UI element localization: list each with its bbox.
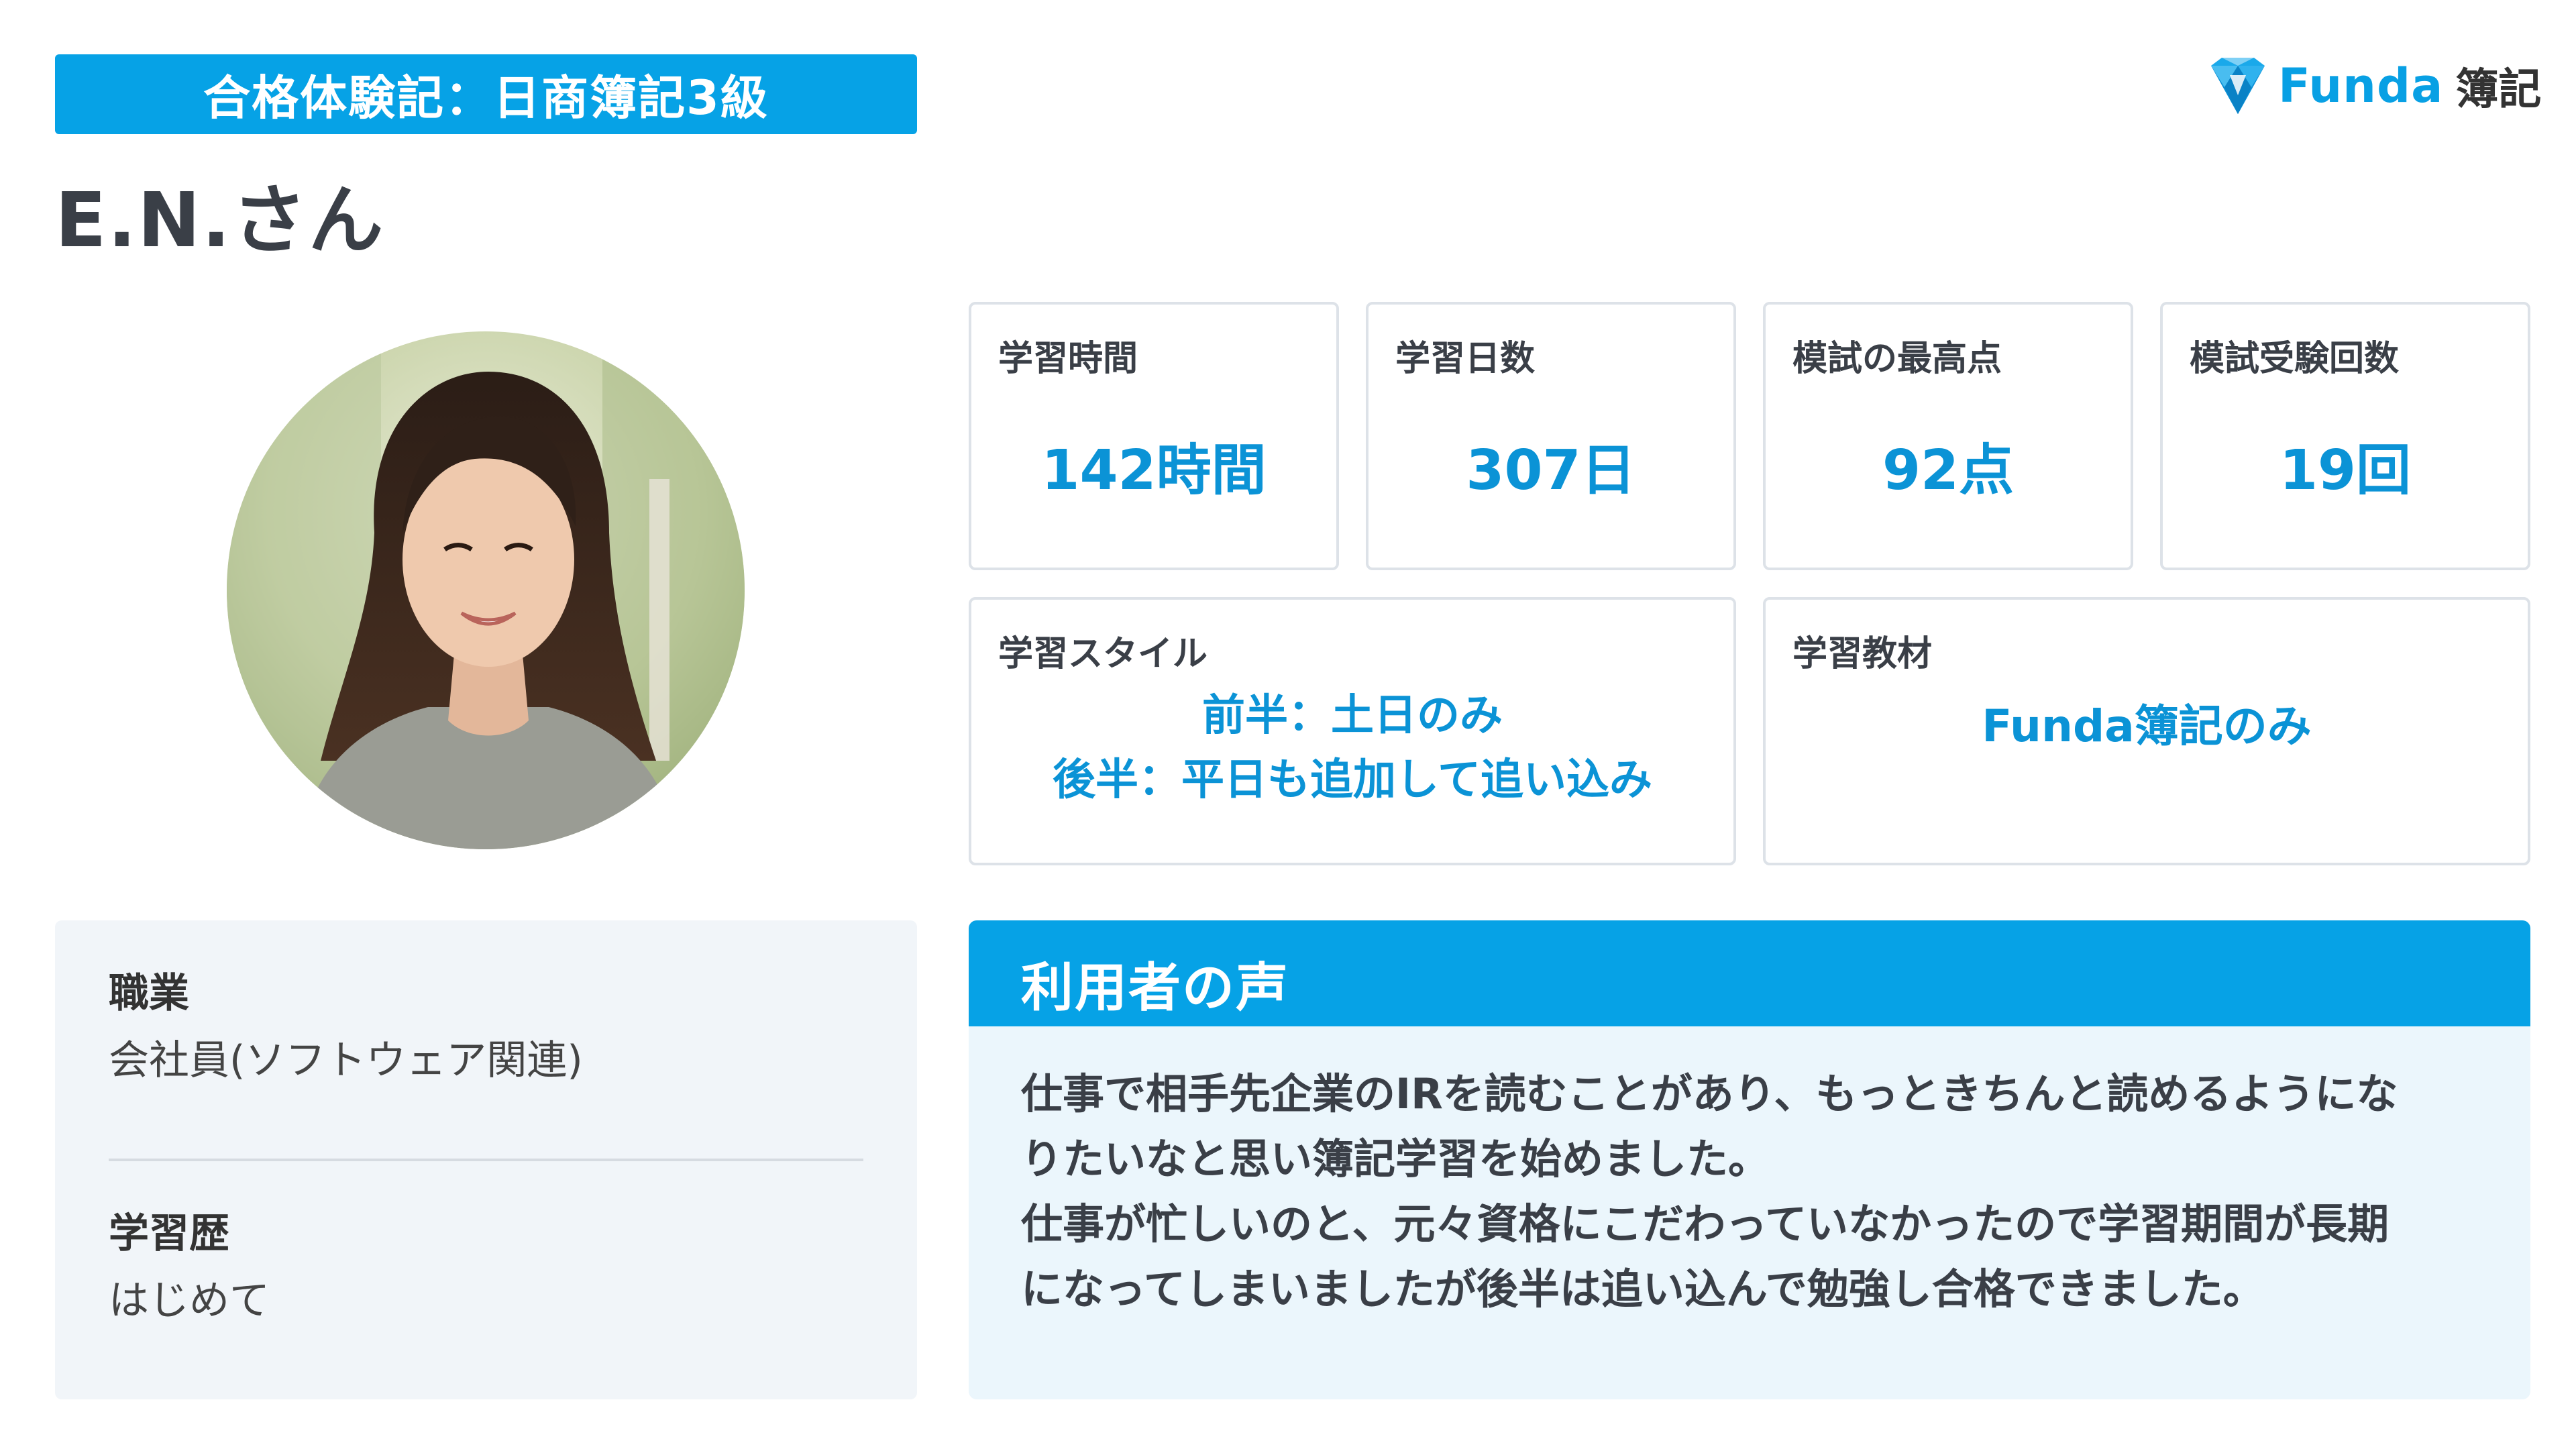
title-banner: 合格体験記：日商簿記3級 [55, 54, 917, 134]
portrait-photo [227, 331, 745, 849]
study-material-value: Funda簿記のみ [1982, 700, 2312, 752]
stat-card-best-mock-score: 模試の最高点 92点 [1763, 302, 2133, 570]
study-style-label: 学習スタイル [998, 634, 1208, 674]
stat-label: 模試の最高点 [1792, 339, 2002, 379]
user-voice-title: 利用者の声 [1021, 958, 1290, 1018]
voice-line: 仕事が忙しいのと、元々資格にこだわっていなかったので学習期間が長期 [1021, 1199, 2390, 1248]
logo-japanese: 簿記 [2455, 65, 2542, 115]
logo-wordmark: Funda [2278, 58, 2444, 113]
study-style-line-1: 前半：土日のみ [1202, 691, 1503, 741]
user-voice-panel: 利用者の声 仕事で相手先企業のIRを読むことがあり、もっときちんと読めるようにな… [969, 920, 2530, 1399]
stat-label: 模試受験回数 [2190, 339, 2400, 379]
voice-line: りたいなと思い簿記学習を始めました。 [1021, 1134, 1770, 1183]
stat-card-mock-attempts: 模試受験回数 19回 [2160, 302, 2530, 570]
stat-value: 142時間 [1041, 439, 1267, 502]
occupation-value: 会社員(ソフトウェア関連) [109, 1037, 583, 1084]
banner-text: 合格体験記：日商簿記3級 [203, 70, 769, 125]
user-voice-text: 仕事で相手先企業のIRを読むことがあり、もっときちんと読めるようにな りたいなと… [1021, 1061, 2497, 1322]
stat-value: 92点 [1882, 439, 2015, 502]
study-style-line-2: 後半：平日も追加して追い込み [1052, 755, 1653, 805]
study-material-card: 学習教材 Funda簿記のみ [1763, 597, 2530, 865]
study-style-value: 前半：土日のみ 後半：平日も追加して追い込み [971, 684, 1733, 812]
voice-line: になってしまいましたが後半は追い込んで勉強し合格できました。 [1021, 1265, 2265, 1313]
diamond-gem-icon [2207, 56, 2269, 115]
stat-value: 307日 [1466, 439, 1636, 502]
stat-value: 19回 [2279, 439, 2412, 502]
profile-panel: 職業 会社員(ソフトウェア関連) 学習歴 はじめて [55, 920, 917, 1399]
profile-divider [109, 1159, 863, 1161]
stat-card-study-hours: 学習時間 142時間 [969, 302, 1339, 570]
study-history-value: はじめて [109, 1277, 270, 1324]
voice-line: 仕事で相手先企業のIRを読むことがあり、もっときちんと読めるようにな [1021, 1069, 2398, 1118]
brand-logo: Funda 簿記 [2207, 52, 2541, 119]
stat-label: 学習日数 [1395, 339, 1536, 379]
stat-card-study-days: 学習日数 307日 [1366, 302, 1736, 570]
study-style-card: 学習スタイル 前半：土日のみ 後半：平日も追加して追い込み [969, 597, 1736, 865]
user-voice-header: 利用者の声 [969, 920, 2530, 1026]
person-name: E.N.さん [55, 177, 385, 264]
study-history-label: 学習歴 [109, 1210, 229, 1257]
occupation-label: 職業 [109, 970, 189, 1017]
stat-label: 学習時間 [998, 339, 1138, 379]
study-material-label: 学習教材 [1792, 634, 1933, 674]
